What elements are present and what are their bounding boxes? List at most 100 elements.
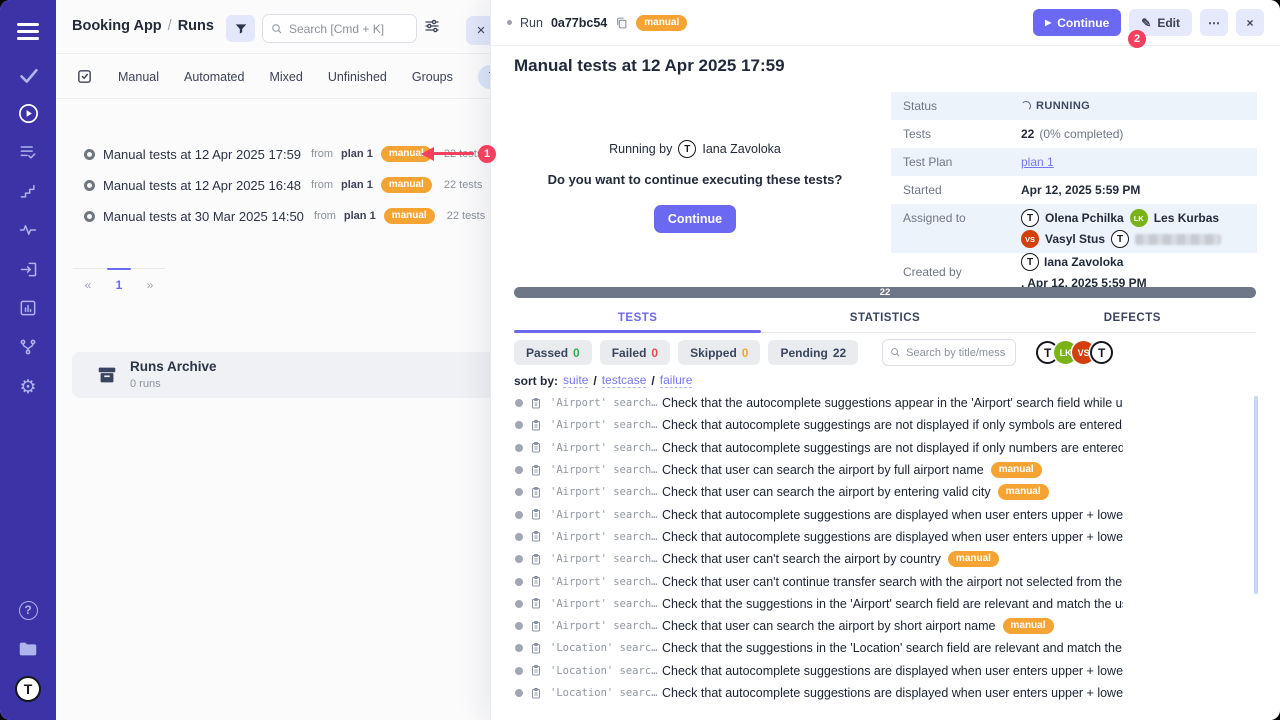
run-list-item[interactable]: Manual tests at 12 Apr 2025 16:48 from p… [56,172,482,198]
sidebar: ⚙ ? T [0,0,56,720]
adjustments-icon[interactable] [424,18,440,39]
tab-tests[interactable]: TESTS [514,303,761,332]
sidebar-item-activity[interactable] [0,213,56,247]
clipboard-icon [530,642,542,655]
more-button[interactable]: ⋯ [1200,9,1228,36]
test-row[interactable]: 'Airport' search…Check that user can't c… [515,570,1123,592]
sidebar-item-review[interactable] [0,135,56,169]
clipboard-icon [530,597,542,610]
avatar-letter: T [15,676,41,702]
test-row[interactable]: 'Location' searc…Check that autocomplete… [515,682,1123,704]
run-id: 0a77bc54 [551,16,607,30]
pagination-next[interactable]: » [135,278,165,292]
test-title: Check that the autocomplete suggestions … [662,396,1123,410]
sort-by-failure[interactable]: failure [660,373,693,388]
run-list-item[interactable]: Manual tests at 30 Mar 2025 14:50 from p… [56,203,485,229]
test-status-dot [515,644,523,652]
sidebar-item-help[interactable]: ? [0,593,56,627]
test-row[interactable]: 'Airport' search…Check that autocomplete… [515,414,1123,436]
assignee-avatar-stack[interactable]: T LK VS T [1036,341,1113,364]
test-plan-link[interactable]: plan 1 [1021,155,1054,169]
play-icon: ▶ [1045,18,1051,27]
funnel-icon [234,22,248,36]
test-row[interactable]: 'Airport' search…Check that user can sea… [515,459,1123,481]
clipboard-icon [530,464,542,477]
test-row[interactable]: 'Airport' search…Check that user can't s… [515,548,1123,570]
test-status-dot [515,555,523,563]
tab-to-review[interactable]: To Review [478,65,490,89]
test-suite: 'Airport' search… [550,620,662,632]
sidebar-item-settings[interactable]: ⚙ [0,370,56,404]
tab-defects[interactable]: DEFECTS [1009,303,1256,332]
test-row[interactable]: 'Airport' search…Check that user can sea… [515,615,1123,637]
sidebar-item-milestones[interactable] [0,174,56,208]
scrollbar[interactable] [1254,396,1258,594]
tab-automated[interactable]: Automated [184,70,244,84]
sidebar-item-projects[interactable] [0,632,56,666]
test-title: Check that autocomplete suggestions are … [662,664,1123,678]
assignee-avatar: VS [1021,230,1039,248]
pulse-icon [18,220,38,240]
filter-failed[interactable]: Failed0 [600,340,670,365]
user-avatar[interactable]: T [0,672,56,706]
test-title: Check that the suggestions in the 'Airpo… [662,597,1123,611]
test-title: Check that user can't continue transfer … [662,575,1123,589]
close-panel-button[interactable]: × [466,16,490,45]
sort-by-testcase[interactable]: testcase [602,373,647,388]
tab-statistics[interactable]: STATISTICS [761,303,1008,332]
pagination-prev[interactable]: « [73,278,103,292]
test-row[interactable]: 'Airport' search…Check that autocomplete… [515,526,1123,548]
filter-skipped[interactable]: Skipped0 [678,340,760,365]
sidebar-item-traceability[interactable] [0,330,56,364]
tab-groups[interactable]: Groups [412,70,453,84]
test-row[interactable]: 'Airport' search…Check that the autocomp… [515,392,1123,414]
pagination-page-1[interactable]: 1 [104,278,134,292]
clipboard-icon [530,397,542,410]
run-dot-icon [507,20,512,25]
clipboard-icon [530,419,542,432]
annotation-step-2: 2 [1128,30,1146,48]
test-title: Check that autocomplete suggestings are … [662,418,1123,432]
hamburger-icon [17,23,39,40]
test-row[interactable]: 'Airport' search…Check that user can sea… [515,481,1123,503]
running-by-label: Running by [609,142,672,156]
archive-text: Runs Archive 0 runs [130,359,217,392]
sidebar-item-reports[interactable] [0,291,56,325]
breadcrumb-app[interactable]: Booking App [72,18,162,34]
test-title: Check that user can't search the airport… [662,552,941,566]
close-drawer-button[interactable]: × [1236,9,1264,36]
app-window: ⚙ ? T Booking App / Runs × Manual Automa… [0,0,1280,720]
run-list-item[interactable]: Manual tests at 12 Apr 2025 17:59 from p… [56,141,482,167]
tests-count: 22 [1021,127,1034,141]
runs-archive-row[interactable]: Runs Archive 0 runs [72,352,490,398]
test-title: Check that autocomplete suggestions are … [662,508,1123,522]
test-row[interactable]: 'Airport' search…Check that autocomplete… [515,503,1123,525]
sort-by-suite[interactable]: suite [563,373,588,388]
sidebar-item-runs[interactable] [0,96,56,130]
tests-search-input[interactable] [906,347,1006,359]
test-row[interactable]: 'Airport' search…Check that the suggesti… [515,593,1123,615]
manual-badge: manual [1003,618,1054,634]
test-row[interactable]: 'Airport' search…Check that autocomplete… [515,437,1123,459]
test-status-dot [515,689,523,697]
sidebar-item-import[interactable] [0,252,56,286]
tab-mixed[interactable]: Mixed [269,70,302,84]
select-all-icon[interactable] [76,68,93,85]
manual-badge: manual [991,462,1042,478]
continue-run-button[interactable]: Continue [654,205,736,233]
filter-passed[interactable]: Passed0 [514,340,592,365]
filter-pending[interactable]: Pending22 [768,340,858,365]
copy-icon[interactable] [615,16,628,30]
test-suite: 'Location' searc… [550,687,662,699]
continue-button[interactable]: ▶Continue [1033,9,1121,36]
test-row[interactable]: 'Location' searc…Check that autocomplete… [515,660,1123,682]
runs-search-input[interactable] [289,22,399,36]
manual-badge: manual [636,15,687,31]
menu-icon[interactable] [0,14,56,48]
progress-label: 22 [880,287,891,298]
filter-button[interactable] [226,15,255,42]
tab-unfinished[interactable]: Unfinished [328,70,387,84]
tab-manual[interactable]: Manual [118,70,159,84]
test-row[interactable]: 'Location' searc…Check that the suggesti… [515,637,1123,659]
sidebar-item-tests[interactable] [0,58,56,92]
